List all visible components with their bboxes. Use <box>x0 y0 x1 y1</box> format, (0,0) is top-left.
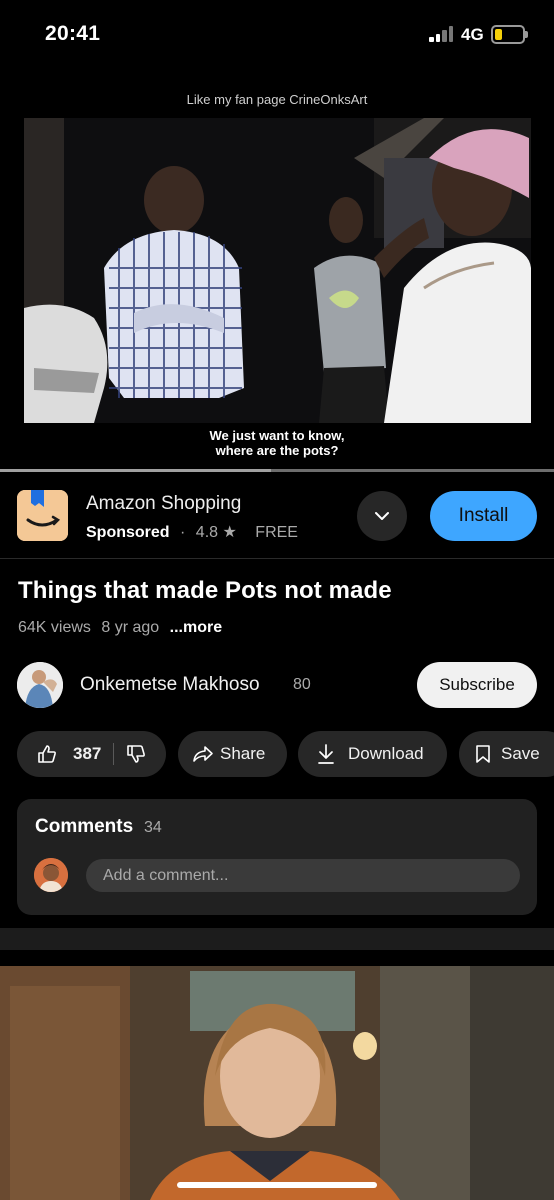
subscribe-button[interactable]: Subscribe <box>417 662 537 708</box>
next-video-thumbnail[interactable] <box>0 966 554 1200</box>
download-label: Download <box>348 744 424 763</box>
download-icon <box>318 744 334 764</box>
comments-panel[interactable]: Comments 34 Add a comment... <box>17 799 537 915</box>
video-player[interactable]: Like my fan page CrineOnksArt We just wa… <box>0 80 554 470</box>
home-indicator[interactable] <box>177 1182 377 1188</box>
video-frame[interactable] <box>24 118 531 423</box>
download-button[interactable]: Download <box>298 731 447 777</box>
install-button[interactable]: Install <box>430 491 537 541</box>
channel-avatar[interactable] <box>17 662 63 708</box>
share-button[interactable]: Share <box>178 731 287 777</box>
share-icon <box>193 746 213 762</box>
share-label: Share <box>220 744 266 763</box>
battery-level <box>495 29 502 40</box>
thumbnail-image <box>0 966 554 1200</box>
subtitle-line-2: where are the pots? <box>215 443 339 458</box>
thumbs-down-icon[interactable] <box>126 744 146 764</box>
battery-icon <box>491 25 528 44</box>
sponsored-ad-row[interactable]: Amazon Shopping Sponsored · 4.8 ★ FREE I… <box>0 472 554 559</box>
view-count: 64K views <box>18 619 91 636</box>
like-count[interactable]: 387 <box>73 744 101 764</box>
add-comment-input[interactable]: Add a comment... <box>86 859 520 892</box>
star-icon: ★ <box>222 524 237 541</box>
subtitle-line-1: We just want to know, <box>209 428 345 443</box>
channel-name[interactable]: Onkemetse Makhoso <box>80 674 260 696</box>
save-label: Save <box>501 744 540 763</box>
ad-app-title[interactable]: Amazon Shopping <box>86 493 241 515</box>
network-type: 4G <box>461 25 484 44</box>
ad-meta: Sponsored · 4.8 ★ FREE <box>86 522 298 542</box>
ad-rating: 4.8 <box>195 524 219 541</box>
bookmark-icon <box>476 745 490 763</box>
sponsored-label: Sponsored <box>86 524 170 541</box>
amazon-shopping-app-icon[interactable] <box>17 490 68 541</box>
comments-heading: Comments <box>35 816 134 837</box>
save-button[interactable]: Save <box>459 731 554 777</box>
video-subtitle: We just want to know, where are the pots… <box>0 428 554 458</box>
user-avatar <box>34 858 68 892</box>
like-divider <box>113 743 115 765</box>
video-watermark-caption: Like my fan page CrineOnksArt <box>186 92 368 107</box>
meta-separator: · <box>180 524 186 541</box>
video-title[interactable]: Things that made Pots not made <box>18 577 392 605</box>
chevron-down-icon <box>375 512 389 520</box>
thumbs-up-icon[interactable] <box>37 744 57 764</box>
status-time: 20:41 <box>45 22 101 45</box>
upload-age: 8 yr ago <box>101 619 160 636</box>
more-link[interactable]: ...more <box>170 619 222 636</box>
cellular-signal-icon <box>429 26 455 42</box>
status-bar: 20:41 4G <box>0 0 554 70</box>
subscriber-count: 80 <box>293 676 311 693</box>
video-meta[interactable]: 64K views 8 yr ago ...more <box>18 619 222 637</box>
like-dislike-group: 387 <box>17 731 166 777</box>
ad-expand-button[interactable] <box>357 491 407 541</box>
ad-price: FREE <box>255 524 298 541</box>
action-bar: 387 Share Download Save <box>0 731 554 777</box>
video-scene-image <box>24 118 531 423</box>
section-separator <box>0 928 554 950</box>
comments-count: 34 <box>144 819 162 836</box>
